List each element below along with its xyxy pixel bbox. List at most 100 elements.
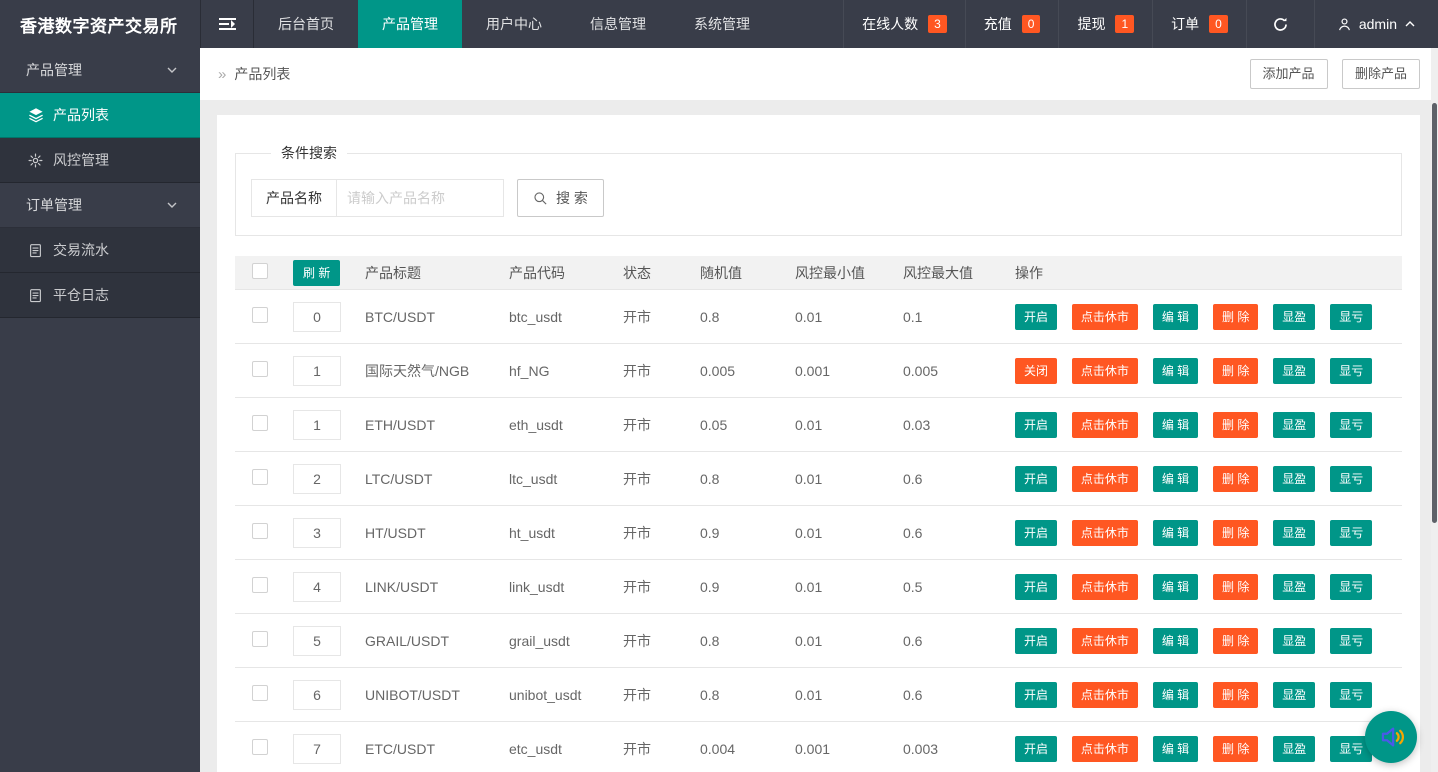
edit-button[interactable]: 编 辑 [1153,574,1198,600]
refresh-button[interactable] [1246,0,1314,48]
sort-order-input[interactable] [293,410,341,440]
sort-order-input[interactable] [293,572,341,602]
edit-button[interactable]: 编 辑 [1153,466,1198,492]
nav-item[interactable]: 后台首页 [254,0,358,48]
market-toggle-button[interactable]: 开启 [1015,736,1057,762]
show-loss-button[interactable]: 显亏 [1330,358,1372,384]
show-profit-button[interactable]: 显盈 [1273,736,1315,762]
nav-item[interactable]: 产品管理 [358,0,462,48]
header-stat[interactable]: 订单0 [1152,0,1246,48]
market-close-button[interactable]: 点击休市 [1072,466,1138,492]
nav-item[interactable]: 系统管理 [670,0,774,48]
delete-button[interactable]: 删 除 [1213,628,1258,654]
show-profit-button[interactable]: 显盈 [1273,412,1315,438]
nav-item[interactable]: 用户中心 [462,0,566,48]
edit-button[interactable]: 编 辑 [1153,682,1198,708]
edit-button[interactable]: 编 辑 [1153,412,1198,438]
row-checkbox[interactable] [252,523,268,539]
user-menu[interactable]: admin [1314,0,1438,48]
sort-order-input[interactable] [293,464,341,494]
search-button[interactable]: 搜 索 [517,179,604,217]
sidebar-item[interactable]: 产品列表 [0,93,200,138]
show-loss-button[interactable]: 显亏 [1330,574,1372,600]
show-profit-button[interactable]: 显盈 [1273,628,1315,654]
delete-button[interactable]: 删 除 [1213,358,1258,384]
market-close-button[interactable]: 点击休市 [1072,412,1138,438]
sidebar-item[interactable]: 交易流水 [0,228,200,273]
show-profit-button[interactable]: 显盈 [1273,358,1315,384]
row-checkbox[interactable] [252,361,268,377]
row-checkbox[interactable] [252,685,268,701]
delete-button[interactable]: 删 除 [1213,520,1258,546]
edit-button[interactable]: 编 辑 [1153,736,1198,762]
scrollbar-thumb[interactable] [1432,103,1437,523]
show-profit-button[interactable]: 显盈 [1273,682,1315,708]
delete-button[interactable]: 删 除 [1213,736,1258,762]
sidebar-group-title[interactable]: 产品管理 [0,48,200,93]
show-loss-button[interactable]: 显亏 [1330,628,1372,654]
select-all-checkbox[interactable] [252,263,268,279]
delete-button[interactable]: 删 除 [1213,574,1258,600]
sidebar-group-title[interactable]: 订单管理 [0,183,200,228]
row-checkbox[interactable] [252,739,268,755]
show-profit-button[interactable]: 显盈 [1273,304,1315,330]
header-stat[interactable]: 提现1 [1058,0,1152,48]
delete-button[interactable]: 删 除 [1213,304,1258,330]
market-close-button[interactable]: 点击休市 [1072,520,1138,546]
header-stat[interactable]: 在线人数3 [843,0,965,48]
show-loss-button[interactable]: 显亏 [1330,304,1372,330]
edit-button[interactable]: 编 辑 [1153,304,1198,330]
market-toggle-button[interactable]: 开启 [1015,628,1057,654]
edit-button[interactable]: 编 辑 [1153,358,1198,384]
edit-button[interactable]: 编 辑 [1153,520,1198,546]
show-profit-button[interactable]: 显盈 [1273,520,1315,546]
sort-order-input[interactable] [293,734,341,764]
show-loss-button[interactable]: 显亏 [1330,412,1372,438]
market-close-button[interactable]: 点击休市 [1072,682,1138,708]
table-refresh-button[interactable]: 刷 新 [293,260,340,286]
show-loss-button[interactable]: 显亏 [1330,682,1372,708]
audio-notification-button[interactable] [1365,711,1417,763]
menu-collapse-icon[interactable] [200,0,254,48]
show-loss-button[interactable]: 显亏 [1330,520,1372,546]
delete-button[interactable]: 删 除 [1213,682,1258,708]
sort-order-input[interactable] [293,518,341,548]
market-status: 开市 [615,685,692,705]
sort-order-input[interactable] [293,356,341,386]
show-profit-button[interactable]: 显盈 [1273,574,1315,600]
row-checkbox[interactable] [252,415,268,431]
market-toggle-button[interactable]: 开启 [1015,520,1057,546]
market-toggle-button[interactable]: 开启 [1015,412,1057,438]
show-loss-button[interactable]: 显亏 [1330,466,1372,492]
market-toggle-button[interactable]: 开启 [1015,466,1057,492]
market-close-button[interactable]: 点击休市 [1072,574,1138,600]
sort-order-input[interactable] [293,626,341,656]
market-close-button[interactable]: 点击休市 [1072,304,1138,330]
header-stat[interactable]: 充值0 [965,0,1059,48]
sort-order-input[interactable] [293,680,341,710]
sort-order-input[interactable] [293,302,341,332]
top-bar: 香港数字资产交易所 后台首页产品管理用户中心信息管理系统管理 在线人数3充值0提… [0,0,1438,48]
row-checkbox[interactable] [252,469,268,485]
edit-button[interactable]: 编 辑 [1153,628,1198,654]
market-close-button[interactable]: 点击休市 [1072,358,1138,384]
market-close-button[interactable]: 点击休市 [1072,736,1138,762]
sidebar-item[interactable]: 平仓日志 [0,273,200,318]
search-input[interactable] [337,179,504,217]
show-profit-button[interactable]: 显盈 [1273,466,1315,492]
row-checkbox[interactable] [252,631,268,647]
row-checkbox[interactable] [252,577,268,593]
market-toggle-button[interactable]: 关闭 [1015,358,1057,384]
market-close-button[interactable]: 点击休市 [1072,628,1138,654]
market-toggle-button[interactable]: 开启 [1015,682,1057,708]
delete-button[interactable]: 删 除 [1213,466,1258,492]
risk-min-value: 0.01 [787,471,895,487]
delete-product-button[interactable]: 删除产品 [1342,59,1420,89]
sidebar-item[interactable]: 风控管理 [0,138,200,183]
row-checkbox[interactable] [252,307,268,323]
add-product-button[interactable]: 添加产品 [1250,59,1328,89]
delete-button[interactable]: 删 除 [1213,412,1258,438]
market-toggle-button[interactable]: 开启 [1015,304,1057,330]
nav-item[interactable]: 信息管理 [566,0,670,48]
market-toggle-button[interactable]: 开启 [1015,574,1057,600]
